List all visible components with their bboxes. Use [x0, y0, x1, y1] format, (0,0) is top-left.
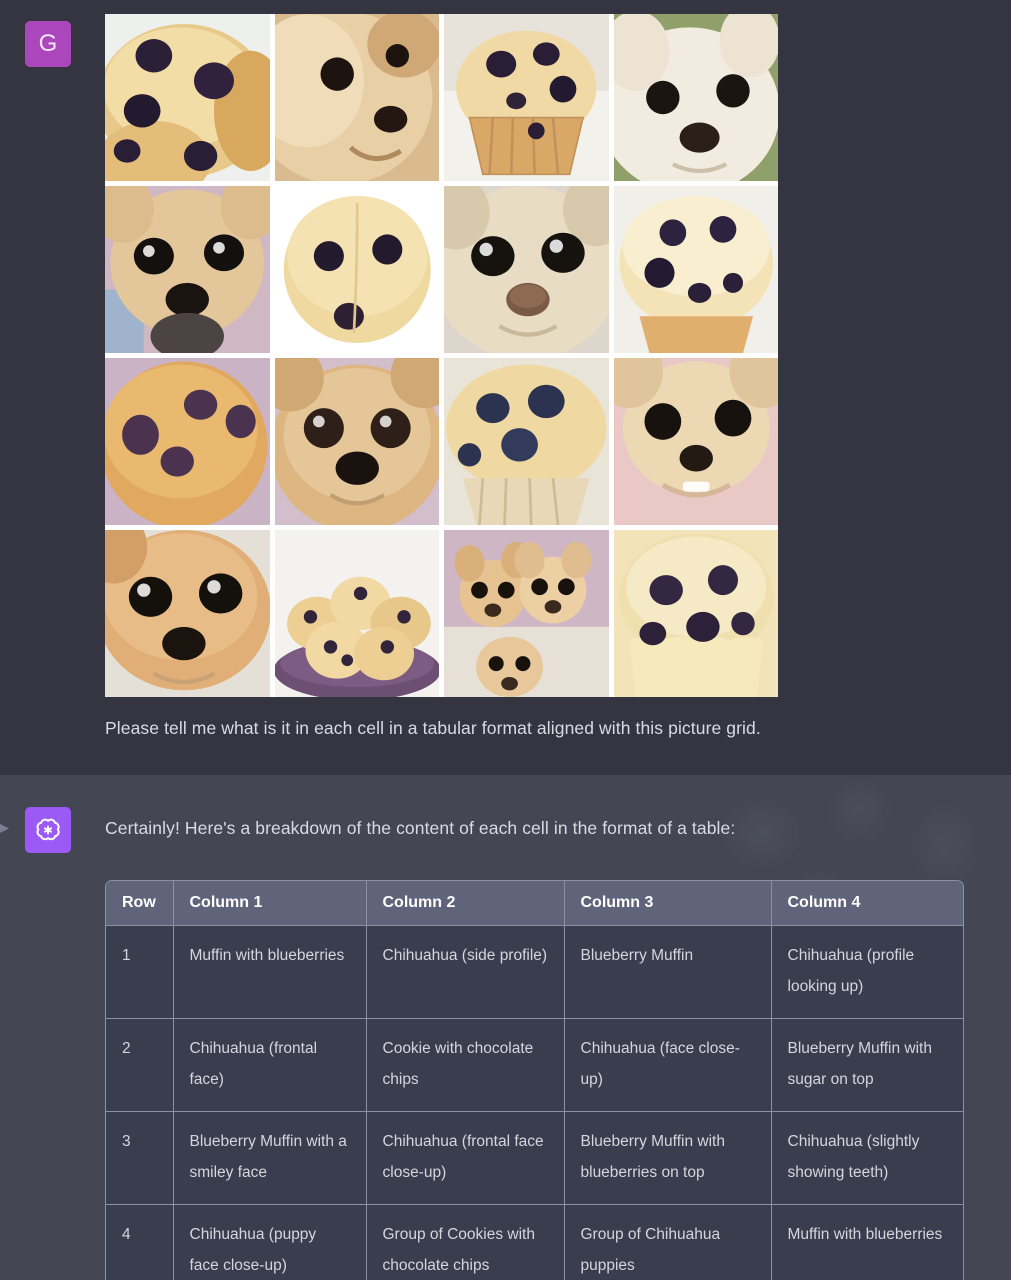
- table-header-column-1: Column 1: [173, 881, 367, 926]
- grid-cell-r3c2[interactable]: [274, 358, 439, 525]
- table-body: 1 Muffin with blueberries Chihuahua (sid…: [106, 925, 963, 1280]
- table-cell: Chihuahua (frontal face close-up): [366, 1111, 565, 1205]
- chihuahua-icon: [274, 358, 439, 525]
- table-cell-rownum: 2: [106, 1018, 174, 1112]
- chihuahua-icon: [274, 14, 439, 181]
- table-cell-rownum: 1: [106, 925, 174, 1019]
- chihuahua-icon: [105, 530, 270, 697]
- grid-cell-r3c4[interactable]: [613, 358, 778, 525]
- table-cell: Blueberry Muffin with a smiley face: [173, 1111, 367, 1205]
- table-cell: Chihuahua (side profile): [366, 925, 565, 1019]
- grid-cell-r2c4[interactable]: [613, 186, 778, 353]
- chihuahua-icon: [105, 186, 270, 353]
- grid-cell-r1c1[interactable]: [105, 14, 270, 181]
- image-grid: [105, 14, 778, 697]
- grid-cell-r4c4[interactable]: [613, 530, 778, 697]
- avatar-user: G: [25, 21, 71, 67]
- table-row: 1 Muffin with blueberries Chihuahua (sid…: [106, 925, 963, 1019]
- table-head: Row Column 1 Column 2 Column 3 Column 4: [106, 881, 963, 926]
- table-cell-rownum: 4: [106, 1204, 174, 1280]
- grid-cell-r4c1[interactable]: [105, 530, 270, 697]
- table-cell: Group of Chihuahua puppies: [564, 1204, 772, 1280]
- table-header-row: Row Column 1 Column 2 Column 3 Column 4: [106, 881, 963, 926]
- table-cell: Blueberry Muffin: [564, 925, 772, 1019]
- table-cell: Cookie with chocolate chips: [366, 1018, 565, 1112]
- grid-cell-r2c3[interactable]: [444, 186, 609, 353]
- grid-cell-r4c3[interactable]: [444, 530, 609, 697]
- table-cell: Blueberry Muffin with blueberries on top: [564, 1111, 772, 1205]
- table-row: 3 Blueberry Muffin with a smiley face Ch…: [106, 1111, 963, 1205]
- table-cell-rownum: 3: [106, 1111, 174, 1205]
- chat-screen: G Please tell me what is it in each cell…: [0, 0, 1011, 1280]
- grid-cell-r2c2[interactable]: [274, 186, 439, 353]
- chihuahua-icon: [444, 186, 609, 353]
- openai-logo-icon: [36, 818, 60, 841]
- chihuahua-icon: [613, 358, 778, 525]
- blueberry-muffin-icon: [444, 14, 609, 181]
- blueberry-muffin-icon: [613, 186, 778, 353]
- chihuahua-icon: [613, 14, 778, 181]
- table-cell: Muffin with blueberries: [771, 1204, 963, 1280]
- chihuahua-group-icon: [444, 530, 609, 697]
- grid-cell-r1c4[interactable]: [613, 14, 778, 181]
- table-row: 4 Chihuahua (puppy face close-up) Group …: [106, 1204, 963, 1280]
- blueberry-muffin-icon: [613, 530, 778, 697]
- table-cell: Chihuahua (profile looking up): [771, 925, 963, 1019]
- table-header-row-label: Row: [106, 881, 174, 926]
- table-cell: Chihuahua (puppy face close-up): [173, 1204, 367, 1280]
- table-header-column-2: Column 2: [366, 881, 565, 926]
- table-cell: Muffin with blueberries: [173, 925, 367, 1019]
- table-cell: Chihuahua (slightly showing teeth): [771, 1111, 963, 1205]
- grid-cell-r1c3[interactable]: [444, 14, 609, 181]
- table-cell: Blueberry Muffin with sugar on top: [771, 1018, 963, 1112]
- grid-cell-r1c2[interactable]: [274, 14, 439, 181]
- user-message-block: G Please tell me what is it in each cell…: [0, 0, 1011, 775]
- cookie-icon: [274, 186, 439, 353]
- blueberry-muffin-icon: [105, 358, 270, 525]
- avatar-user-letter: G: [38, 30, 58, 57]
- assistant-intro-text: Certainly! Here's a breakdown of the con…: [105, 818, 736, 838]
- avatar-assistant: [25, 807, 71, 853]
- table-cell: Chihuahua (face close-up): [564, 1018, 772, 1112]
- table-header-column-4: Column 4: [771, 881, 963, 926]
- table-cell: Group of Cookies with chocolate chips: [366, 1204, 565, 1280]
- grid-cell-r3c3[interactable]: [444, 358, 609, 525]
- blueberry-muffin-icon: [105, 14, 270, 181]
- answer-table: Row Column 1 Column 2 Column 3 Column 4 …: [106, 881, 963, 1280]
- table-cell: Chihuahua (frontal face): [173, 1018, 367, 1112]
- answer-table-wrapper: Row Column 1 Column 2 Column 3 Column 4 …: [105, 880, 964, 1280]
- cookies-group-icon: [274, 530, 439, 697]
- grid-cell-r3c1[interactable]: [105, 358, 270, 525]
- table-row: 2 Chihuahua (frontal face) Cookie with c…: [106, 1018, 963, 1112]
- blueberry-muffin-icon: [444, 358, 609, 525]
- table-header-column-3: Column 3: [564, 881, 772, 926]
- user-prompt-text: Please tell me what is it in each cell i…: [105, 718, 761, 738]
- grid-cell-r4c2[interactable]: [274, 530, 439, 697]
- grid-cell-r2c1[interactable]: [105, 186, 270, 353]
